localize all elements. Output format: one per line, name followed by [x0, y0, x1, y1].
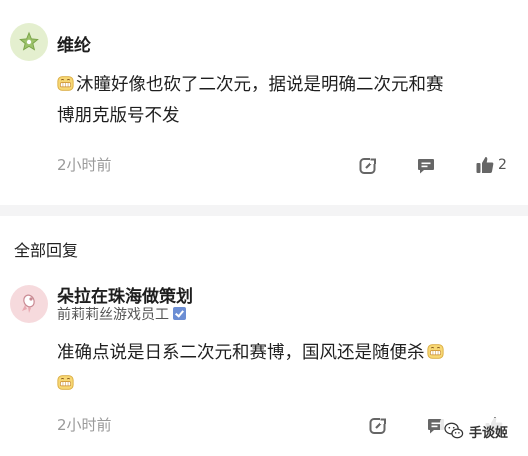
share-icon[interactable]	[367, 415, 389, 437]
comment-text-line2: 博朋克版号不发	[57, 106, 180, 126]
watermark: 手谈姬	[440, 418, 528, 444]
reply-icon[interactable]	[415, 155, 437, 177]
comment-timestamp: 2小时前	[57, 156, 112, 174]
grinning-face-emoji	[57, 72, 74, 91]
rocket-doll-icon	[22, 294, 35, 313]
reply-timestamp: 2小时前	[57, 416, 112, 434]
reply-avatar[interactable]	[10, 285, 48, 323]
wechat-icon	[444, 422, 464, 439]
verified-icon	[173, 307, 186, 320]
reply-author-subtitle: 前莉莉丝游戏员工	[57, 307, 169, 323]
avatar[interactable]	[10, 23, 48, 61]
section-divider	[0, 205, 528, 216]
star-badge-icon	[19, 31, 39, 51]
grinning-face-emoji	[57, 371, 74, 390]
like-icon[interactable]	[474, 154, 496, 176]
share-icon[interactable]	[357, 155, 379, 177]
watermark-text: 手谈姬	[469, 425, 509, 441]
like-count: 2	[498, 157, 507, 173]
reply-author-subtitle-row: 前莉莉丝游戏员工	[57, 304, 186, 324]
comment-text: 沐瞳好像也砍了二次元，据说是明确二次元和赛 博朋克版号不发	[57, 70, 517, 132]
comment-author-name[interactable]: 维纶	[57, 31, 91, 56]
replies-section-title: 全部回复	[14, 241, 79, 260]
reply-text-line1: 准确点说是日系二次元和赛博，国风还是随便杀	[57, 343, 425, 363]
grinning-face-emoji	[426, 340, 444, 359]
reply-text: 准确点说是日系二次元和赛博，国风还是随便杀	[57, 338, 517, 400]
comment-text-line1: 沐瞳好像也砍了二次元，据说是明确二次元和赛	[76, 75, 444, 95]
